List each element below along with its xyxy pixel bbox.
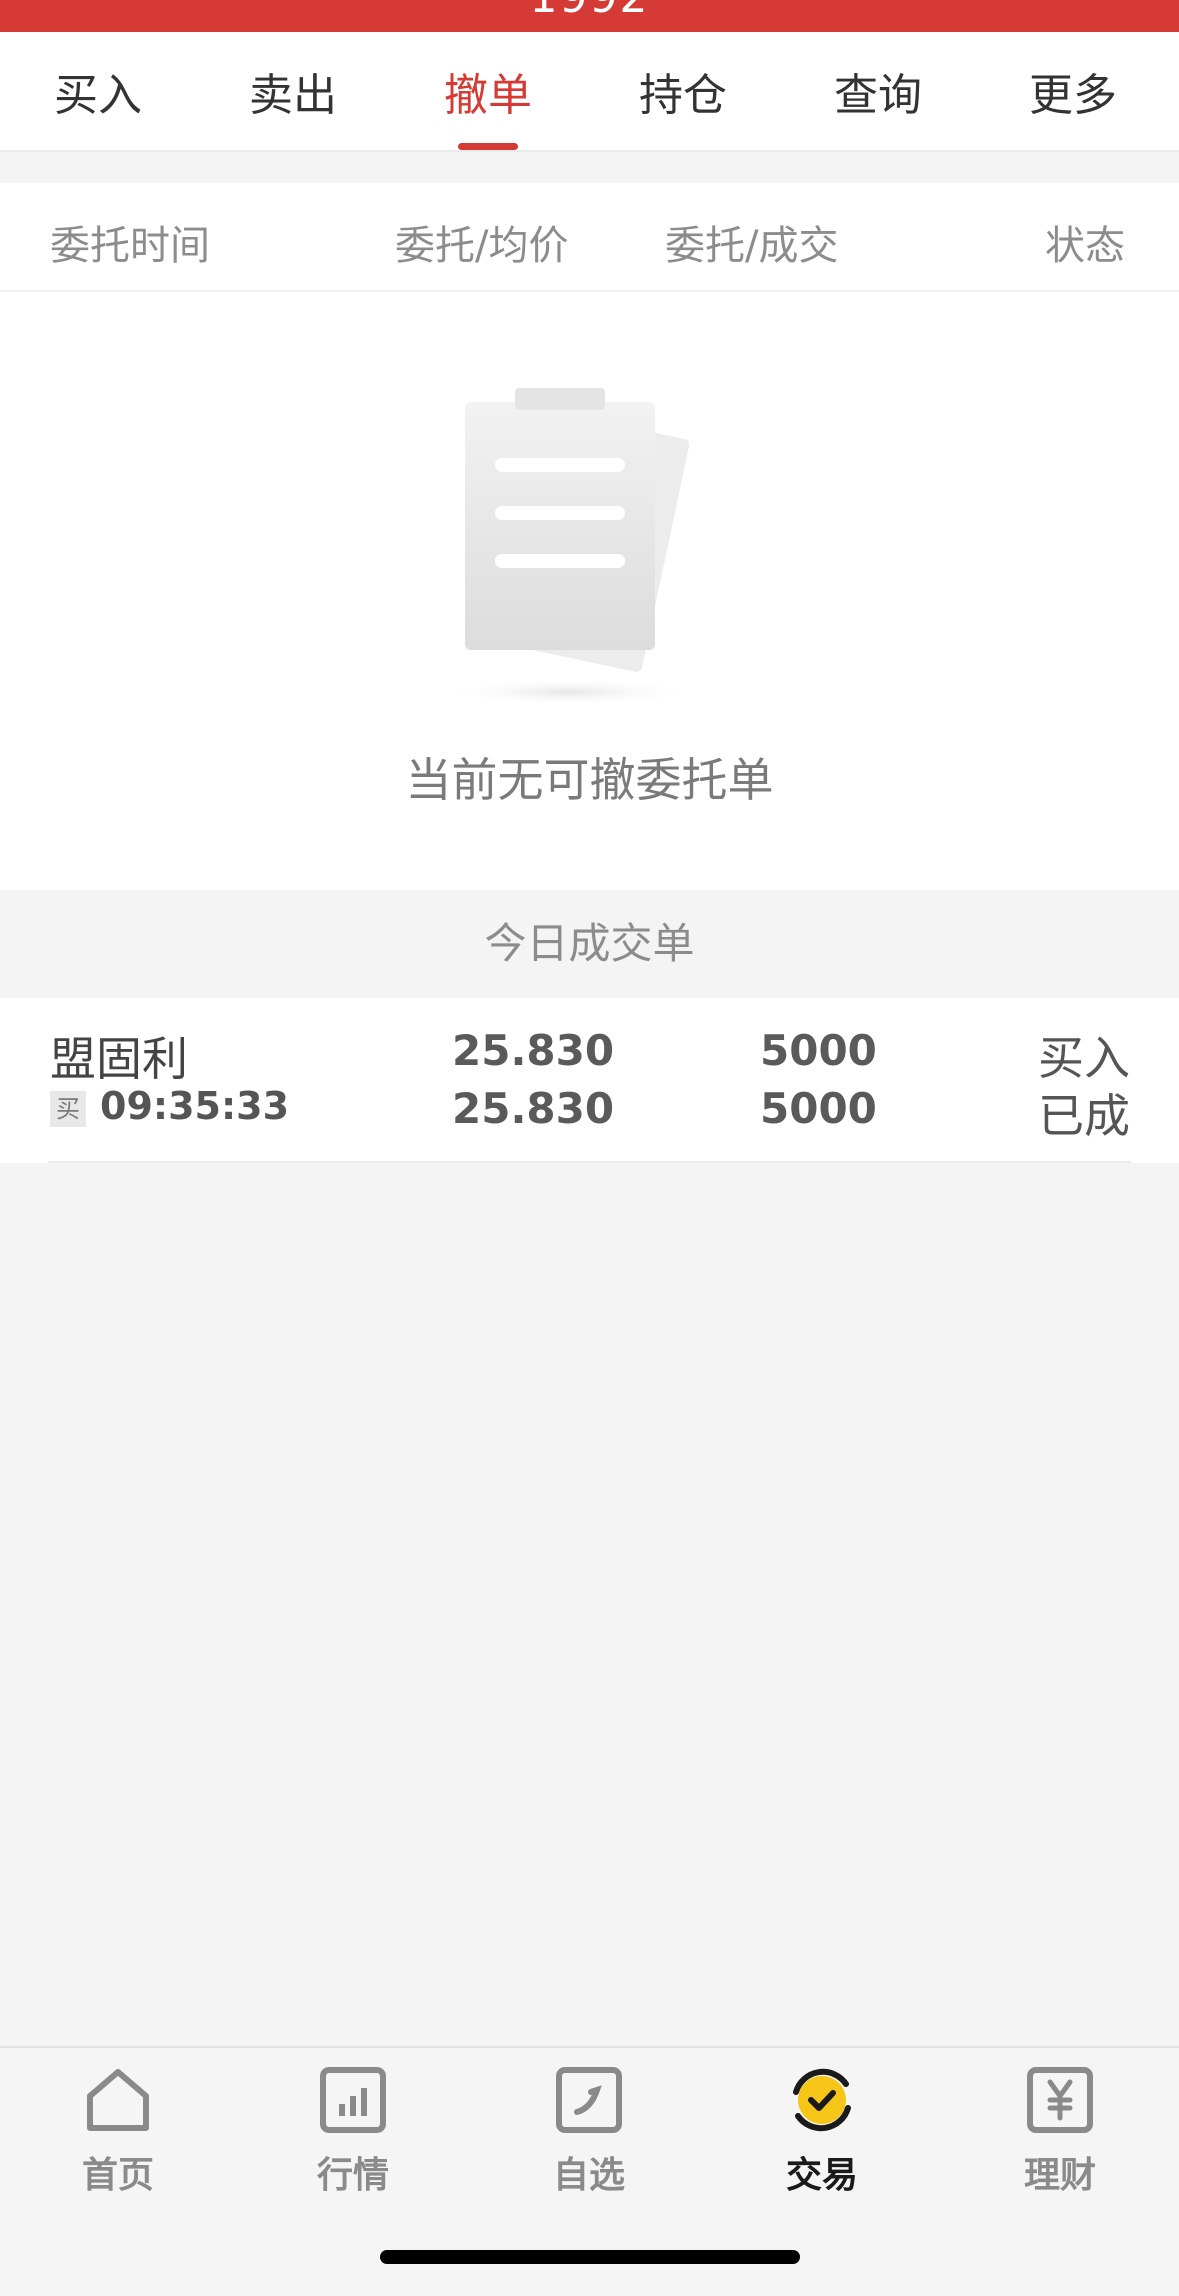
trade-row[interactable]: 盟固利 买 09:35:33 25.830 25.830 5000 5000 买… [0, 998, 1179, 1163]
watchlist-icon [556, 2067, 622, 2133]
nav-watchlist-label: 自选 [552, 2155, 625, 2196]
stock-name: 盟固利 [50, 1032, 188, 1086]
side-badge: 买 [50, 1091, 86, 1127]
tab-more[interactable]: 更多 [975, 32, 1171, 150]
nav-home[interactable]: 首页 [38, 2062, 198, 2212]
nav-watchlist[interactable]: 自选 [509, 2062, 669, 2212]
filled-qty: 5000 [760, 1084, 877, 1133]
tab-buy[interactable]: 买入 [0, 32, 196, 150]
chart-icon [320, 2067, 386, 2133]
nav-wealth[interactable]: 理财 [980, 2062, 1140, 2212]
col-order-time: 委托时间 [50, 223, 210, 269]
order-qty: 5000 [760, 1026, 877, 1075]
top-bar: 1992 [0, 0, 1179, 32]
clipboard-icon [455, 388, 690, 704]
tab-cancel-order[interactable]: 撤单 [390, 32, 586, 150]
top-bar-title: 1992 [0, 0, 1179, 23]
empty-state: 当前无可撤委托单 [0, 292, 1179, 890]
column-header: 委托时间 委托/均价 委托/成交 状态 [0, 183, 1179, 291]
nav-home-label: 首页 [81, 2155, 154, 2196]
trade-direction: 买入 [1038, 1031, 1130, 1085]
empty-message: 当前无可撤委托单 [405, 753, 774, 807]
today-trades-header: 今日成交单 [0, 890, 1179, 998]
home-indicator[interactable] [380, 2250, 800, 2264]
yen-icon [1027, 2067, 1093, 2133]
home-icon [87, 2069, 149, 2131]
nav-trade-label: 交易 [785, 2155, 858, 2196]
trade-time: 09:35:33 [100, 1084, 290, 1128]
avg-price: 25.830 [452, 1084, 615, 1133]
col-order-qty: 委托/成交 [665, 223, 839, 269]
order-price: 25.830 [452, 1026, 615, 1075]
row-divider [48, 1161, 1131, 1163]
active-tab-indicator [458, 143, 518, 150]
tab-cancel-order-label: 撤单 [444, 70, 532, 121]
nav-market-label: 行情 [316, 2155, 389, 2196]
tab-query[interactable]: 查询 [780, 32, 976, 150]
nav-wealth-label: 理财 [1023, 2155, 1096, 2196]
trade-icon [793, 2068, 851, 2132]
nav-market[interactable]: 行情 [273, 2062, 433, 2212]
tab-bar: 买入 卖出 撤单 持仓 查询 更多 [0, 32, 1179, 152]
col-order-price: 委托/均价 [395, 223, 569, 269]
col-status: 状态 [1045, 223, 1125, 269]
tab-positions[interactable]: 持仓 [585, 32, 781, 150]
tab-sell[interactable]: 卖出 [195, 32, 391, 150]
nav-trade[interactable]: 交易 [742, 2062, 902, 2212]
trade-status: 已成 [1038, 1089, 1130, 1143]
